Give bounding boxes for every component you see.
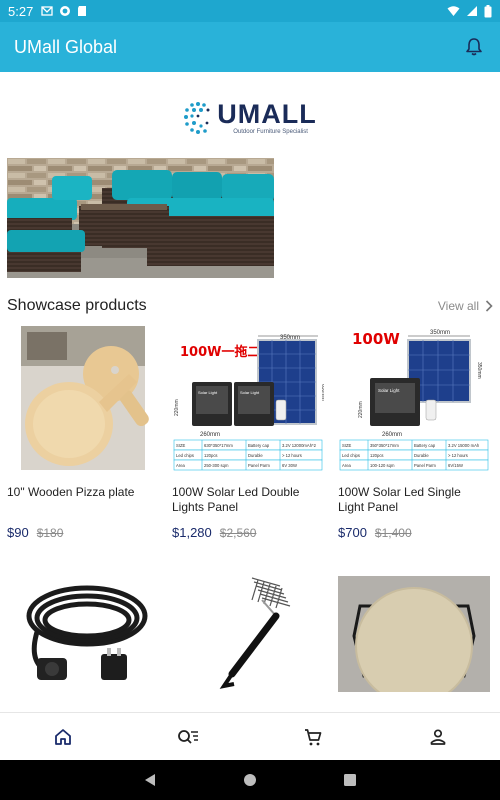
person-icon [430, 728, 445, 745]
home-content[interactable]: UMALL Outdoor Furniture Specialist Showc… [0, 72, 500, 712]
bell-icon[interactable] [462, 35, 486, 59]
product-image-extension-cable[interactable] [7, 576, 159, 692]
status-notification-icons [41, 5, 87, 17]
spec-cell: 630*350*17mm [204, 443, 233, 448]
cart-icon [304, 728, 321, 745]
dot-globe-icon [184, 102, 210, 134]
product-name: 100W Solar Led Single Light Panel [338, 485, 461, 514]
dim-side: 220mm [174, 399, 180, 416]
product-price: $700 [338, 525, 367, 540]
product-name: 10" Wooden Pizza plate [7, 485, 135, 499]
product-image-pizza-stone[interactable] [338, 576, 490, 692]
product-original-price: $180 [36, 526, 64, 540]
brand-logo: UMALL Outdoor Furniture Specialist [0, 98, 500, 138]
spec-cell: 6V 30W [282, 463, 297, 468]
view-all-label: View all [437, 299, 479, 313]
spec-cell: Panel Parm [414, 463, 436, 468]
sync-icon [60, 6, 71, 16]
product-price: $90 [7, 525, 29, 540]
product-original-price: $1,400 [374, 526, 412, 540]
spec-cell: 120pcs [370, 453, 384, 458]
product-card[interactable]: 100W 350mm 350mm Solar Light 220mm 260mm [338, 324, 490, 540]
view-all-link[interactable]: View all [438, 299, 493, 313]
spec-cell: 100-120 sqm [370, 463, 395, 468]
light-label-1: Solar Light [198, 390, 218, 395]
product-price: $1,280 [172, 525, 212, 540]
spec-cell: Led chips [342, 453, 360, 458]
spec-cell: > 12 hours [448, 453, 468, 458]
dim-right: 350mm [476, 362, 482, 379]
spec-cell: 120pcs [204, 453, 218, 458]
nav-home[interactable] [0, 713, 125, 760]
sd-card-icon [78, 6, 87, 16]
app-bar: UMall Global [0, 22, 500, 72]
dim-side: 220mm [358, 401, 364, 418]
spec-cell: Durable [248, 453, 263, 458]
back-icon[interactable] [143, 773, 157, 787]
product-card[interactable] [338, 576, 490, 692]
product-badge: 100W一拖二 [180, 344, 260, 360]
status-time: 5:27 [8, 3, 34, 19]
product-name: 100W Solar Led Double Lights Panel [172, 485, 300, 514]
spec-cell: Area [176, 463, 186, 468]
spec-cell: Battery cap [414, 443, 436, 448]
product-card[interactable]: 10" Wooden Pizza plate $90 $180 [7, 324, 159, 540]
dim-bottom: 260mm [382, 432, 402, 438]
product-image-solar-single[interactable]: 100W 350mm 350mm Solar Light 220mm 260mm [338, 324, 490, 476]
spec-cell: Led chips [176, 453, 194, 458]
spec-cell: 350*350*17mm [370, 443, 399, 448]
bottom-nav [0, 712, 500, 760]
status-system-icons [447, 4, 492, 18]
spec-cell: Durable [414, 453, 429, 458]
spec-cell: Area [342, 463, 352, 468]
home-icon [54, 728, 71, 745]
nav-cart[interactable] [250, 713, 375, 760]
logo-word: UMALL [217, 99, 317, 129]
spec-cell: 6V/15W [448, 463, 463, 468]
product-badge: 100W [352, 330, 400, 348]
signal-icon [467, 6, 477, 16]
dim-right: 630mm [320, 384, 324, 401]
home-circle-icon[interactable] [243, 773, 257, 787]
product-original-price: $2,560 [219, 526, 257, 540]
banner-image[interactable] [7, 158, 274, 278]
dim-top: 350mm [430, 330, 450, 336]
nav-search[interactable] [125, 713, 250, 760]
spec-cell: 3.2V 15000 mAh [448, 443, 480, 448]
light-label: Solar Light [378, 388, 400, 393]
spec-cell: SIZE [342, 443, 352, 448]
spec-cell: 250-300 sqm [204, 463, 229, 468]
system-nav-bar [0, 760, 500, 800]
gmail-icon [41, 6, 53, 16]
showcase-header: Showcase products View all [7, 294, 493, 318]
light-label-2: Solar Light [240, 390, 260, 395]
product-image-pizza-plate[interactable] [7, 324, 159, 476]
dim-bottom: 260mm [200, 432, 220, 438]
logo-tagline: Outdoor Furniture Specialist [233, 129, 308, 135]
product-image-bbq-brush[interactable] [172, 576, 324, 692]
product-card[interactable]: 100W一拖二 350mm 630mm Solar Light Solar Li… [172, 324, 324, 540]
recents-icon[interactable] [343, 773, 357, 787]
spec-cell: Panel Parm [248, 463, 270, 468]
nav-account[interactable] [375, 713, 500, 760]
spec-cell: SIZE [176, 443, 186, 448]
chevron-right-icon [485, 300, 493, 312]
spec-cell: > 12 hours [282, 453, 302, 458]
search-list-icon [177, 729, 198, 744]
section-title: Showcase products [7, 297, 147, 314]
wifi-icon [447, 6, 460, 16]
product-card[interactable] [172, 576, 324, 692]
spec-cell: 3.2V 12000mAh*2 [282, 443, 317, 448]
spec-cell: Battery cap [248, 443, 270, 448]
product-card[interactable] [7, 576, 159, 692]
status-bar: 5:27 [0, 0, 500, 22]
battery-icon [484, 4, 492, 17]
app-title: UMall Global [14, 36, 118, 57]
product-image-solar-double[interactable]: 100W一拖二 350mm 630mm Solar Light Solar Li… [172, 324, 324, 476]
